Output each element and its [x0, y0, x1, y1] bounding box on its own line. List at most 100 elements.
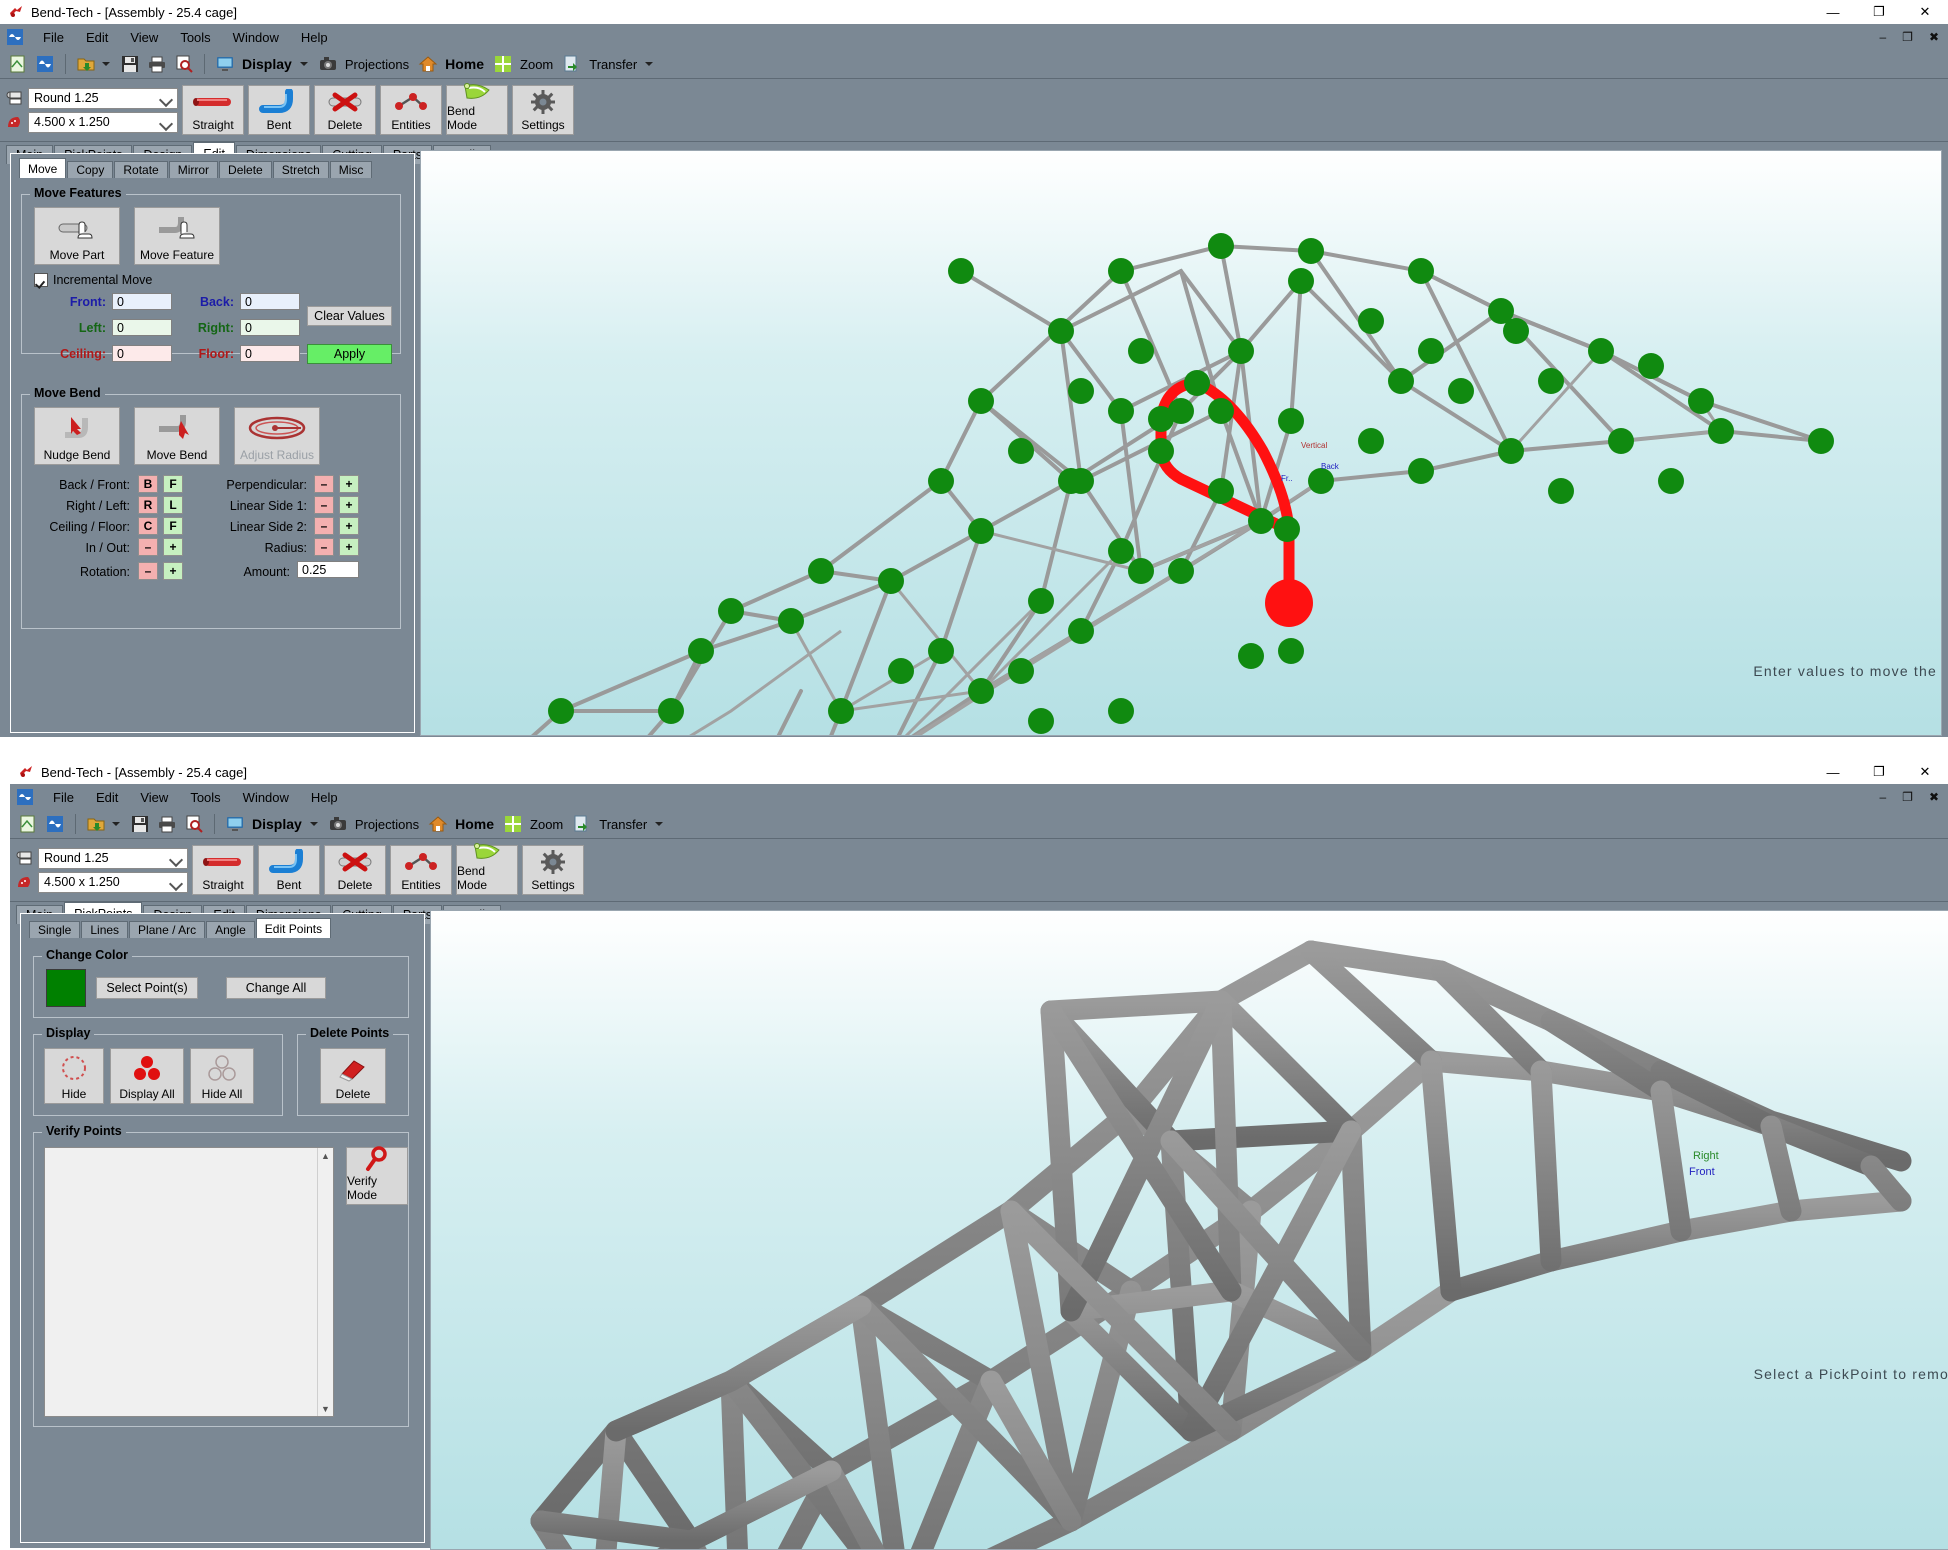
menu-item-file[interactable]: File — [42, 787, 85, 808]
nudge-bend-button[interactable]: Nudge Bend — [34, 407, 120, 465]
right-left-neg-button[interactable]: R — [138, 496, 158, 514]
home-label[interactable]: Home — [455, 816, 494, 832]
display-dropdown-caret-icon[interactable] — [299, 62, 308, 66]
shape-select[interactable]: Round 1.25 — [28, 87, 178, 109]
right-left-pos-button[interactable]: L — [163, 496, 183, 514]
new-file-icon[interactable] — [6, 52, 30, 76]
display-label[interactable]: Display — [242, 56, 292, 72]
transfer-label[interactable]: Transfer — [589, 57, 637, 72]
menu-item-window[interactable]: Window — [222, 27, 290, 48]
menu-item-file[interactable]: File — [32, 27, 75, 48]
back-front-pos-button[interactable]: F — [163, 475, 183, 493]
verify-points-scrollbar[interactable]: ▲ ▼ — [317, 1148, 333, 1416]
menu-item-edit[interactable]: Edit — [75, 27, 119, 48]
back-front-neg-button[interactable]: B — [138, 475, 158, 493]
radius-pos-button[interactable]: + — [339, 538, 359, 556]
transfer-dropdown-caret-icon[interactable] — [645, 62, 654, 66]
menu-item-tools[interactable]: Tools — [169, 27, 221, 48]
folder-dropdown-caret-icon[interactable] — [102, 62, 110, 66]
zoom-label[interactable]: Zoom — [530, 817, 563, 832]
menu-item-edit[interactable]: Edit — [85, 787, 129, 808]
mdi-close-button[interactable]: ✖ — [1926, 30, 1942, 44]
subtab-edit-points[interactable]: Edit Points — [255, 918, 332, 938]
transfer-icon[interactable] — [560, 52, 584, 76]
size-select[interactable]: 4.500 x 1.250 — [28, 111, 178, 133]
back-input[interactable]: 0 — [240, 293, 300, 310]
in-out-neg-button[interactable]: – — [138, 538, 158, 556]
apply-button[interactable]: Apply — [307, 344, 392, 364]
display-icon[interactable] — [223, 812, 247, 836]
zoom-label[interactable]: Zoom — [520, 57, 553, 72]
maximize-button[interactable]: ❐ — [1856, 760, 1902, 784]
bent-button[interactable]: Bent — [258, 845, 320, 895]
move-feature-button[interactable]: Move Feature — [134, 207, 220, 265]
straight-button[interactable]: Straight — [192, 845, 254, 895]
ceiling-floor-neg-button[interactable]: C — [138, 517, 158, 535]
right-input[interactable]: 0 — [240, 319, 300, 336]
projections-icon[interactable] — [326, 812, 350, 836]
display-dropdown-caret-icon[interactable] — [309, 822, 318, 826]
entities-button[interactable]: Entities — [390, 845, 452, 895]
settings-button[interactable]: Settings — [522, 845, 584, 895]
subtab-angle[interactable]: Angle — [206, 921, 255, 938]
linear-side-2-neg-button[interactable]: – — [314, 517, 334, 535]
subtab-misc[interactable]: Misc — [329, 161, 373, 178]
rotation-pos-button[interactable]: + — [163, 562, 183, 580]
print-preview-icon[interactable] — [172, 52, 196, 76]
save-icon[interactable] — [128, 812, 152, 836]
maximize-button[interactable]: ❐ — [1856, 0, 1902, 24]
folder-open-icon[interactable] — [84, 812, 108, 836]
floor-input[interactable]: 0 — [240, 345, 300, 362]
subtab-single[interactable]: Single — [29, 921, 81, 938]
settings-button[interactable]: Settings — [512, 85, 574, 135]
entities-button[interactable]: Entities — [380, 85, 442, 135]
subtab-lines[interactable]: Lines — [81, 921, 129, 938]
new-file-icon[interactable] — [16, 812, 40, 836]
subtab-move[interactable]: Move — [19, 158, 67, 178]
open-design-icon[interactable] — [33, 52, 57, 76]
transfer-dropdown-caret-icon[interactable] — [655, 822, 664, 826]
in-out-pos-button[interactable]: + — [163, 538, 183, 556]
hide-all-button[interactable]: Hide All — [190, 1048, 254, 1104]
print-preview-icon[interactable] — [182, 812, 206, 836]
home-icon[interactable] — [426, 812, 450, 836]
home-label[interactable]: Home — [445, 56, 484, 72]
mdi-minimize-button[interactable]: – — [1876, 790, 1889, 804]
linear-side-1-pos-button[interactable]: + — [339, 496, 359, 514]
verify-mode-button[interactable]: Verify Mode — [346, 1146, 408, 1205]
close-button[interactable]: ✕ — [1902, 0, 1948, 24]
menu-item-view[interactable]: View — [129, 787, 179, 808]
menu-item-window[interactable]: Window — [232, 787, 300, 808]
shape-select[interactable]: Round 1.25 — [38, 847, 188, 869]
subtab-stretch[interactable]: Stretch — [272, 161, 329, 178]
menu-item-view[interactable]: View — [119, 27, 169, 48]
zoom-icon[interactable] — [491, 52, 515, 76]
ceiling-input[interactable]: 0 — [112, 345, 172, 362]
mdi-minimize-button[interactable]: – — [1876, 30, 1889, 44]
projections-label[interactable]: Projections — [345, 57, 409, 72]
subtab-mirror[interactable]: Mirror — [168, 161, 219, 178]
amount-input[interactable]: 0.25 — [297, 561, 359, 578]
verify-points-list[interactable]: ▲ ▼ — [44, 1147, 334, 1417]
zoom-icon[interactable] — [501, 812, 525, 836]
subtab-rotate[interactable]: Rotate — [114, 161, 168, 178]
scroll-up-icon[interactable]: ▲ — [318, 1148, 333, 1163]
bend-mode-button[interactable]: Bend Mode — [456, 843, 518, 895]
subtab-plane-arc[interactable]: Plane / Arc — [129, 921, 206, 938]
perpendicular-pos-button[interactable]: + — [339, 475, 359, 493]
menu-item-help[interactable]: Help — [300, 787, 349, 808]
clear-values-button[interactable]: Clear Values — [307, 306, 392, 326]
move-bend-button[interactable]: Move Bend — [134, 407, 220, 465]
linear-side-1-neg-button[interactable]: – — [314, 496, 334, 514]
perpendicular-neg-button[interactable]: – — [314, 475, 334, 493]
color-swatch[interactable] — [46, 969, 86, 1007]
left-input[interactable]: 0 — [112, 319, 172, 336]
radius-neg-button[interactable]: – — [314, 538, 334, 556]
minimize-button[interactable]: — — [1810, 760, 1856, 784]
subtab-delete[interactable]: Delete — [219, 161, 272, 178]
viewport-top[interactable]: Vertical Back Fr.. Enter values to move … — [420, 150, 1942, 736]
print-icon[interactable] — [145, 52, 169, 76]
subtab-copy[interactable]: Copy — [67, 161, 114, 178]
transfer-label[interactable]: Transfer — [599, 817, 647, 832]
display-all-button[interactable]: Display All — [110, 1048, 184, 1104]
